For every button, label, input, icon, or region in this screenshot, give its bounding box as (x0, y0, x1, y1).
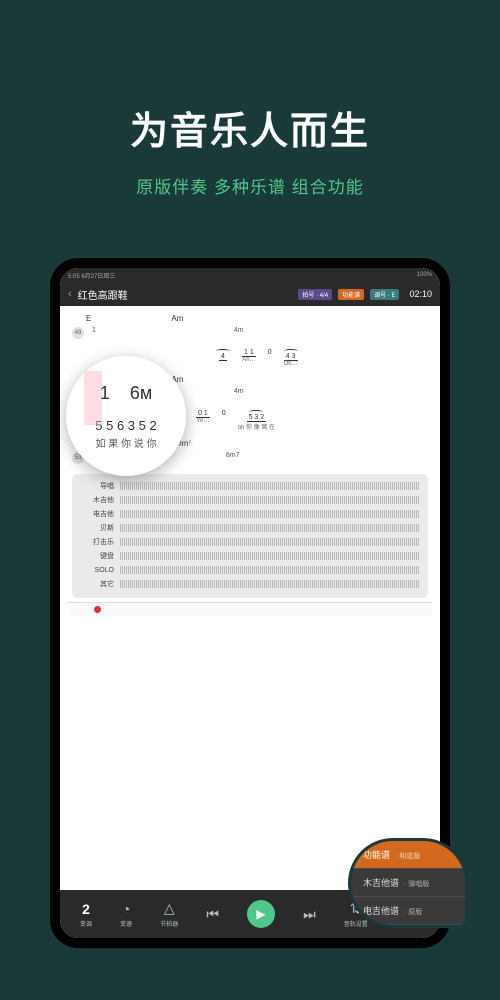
track-label[interactable]: 键盘 (80, 551, 114, 561)
track-label[interactable]: 导唱 (80, 481, 114, 491)
track-label[interactable]: 电吉他 (80, 509, 114, 519)
playhead-highlight (84, 371, 102, 425)
duration-label: 02:10 (409, 289, 432, 299)
key-badge[interactable]: 调号 · E (370, 289, 399, 300)
lyric: Oh… (284, 361, 298, 367)
notation: 4 3 (284, 353, 298, 361)
mag-note: 6ᴍ (130, 383, 152, 404)
notation: 0 1 (196, 410, 210, 418)
notation: 5 3 2 (247, 414, 267, 422)
notation: 6m7 (226, 452, 240, 464)
track-waveform[interactable] (120, 580, 420, 588)
track-waveform[interactable] (120, 566, 420, 574)
speed-control[interactable]: ◔ 变速 (120, 901, 132, 928)
track-label[interactable]: 打击乐 (80, 537, 114, 547)
popup-item-chord[interactable]: 功能谱 · 和弦版 (351, 841, 465, 869)
time-signature-badge[interactable]: 拍号 · 4/4 (298, 289, 332, 300)
track-waveform[interactable] (120, 538, 420, 546)
tracks-panel: 导唱 木吉他 电吉他 贝斯 打击乐 键盘 SOLO 其它 (72, 474, 428, 598)
popup-item-suffix: · 和弦版 (393, 853, 420, 860)
skip-forward-icon: ⏭ (303, 906, 316, 923)
track-label[interactable]: 贝斯 (80, 523, 114, 533)
gauge-icon: ◔ (122, 901, 130, 917)
tablet-frame: 5:05 6月27日周三 100% ‹ 红色高跟鞋 拍号 · 4/4 功能谱 调… (50, 258, 450, 948)
track-label[interactable]: 木吉他 (80, 495, 114, 505)
track-waveform[interactable] (120, 524, 420, 532)
bar-number: 49 (72, 327, 84, 339)
popup-item-label: 电吉他谱 (363, 906, 399, 916)
track-waveform[interactable] (120, 510, 420, 518)
popup-item-acoustic[interactable]: 木吉他谱 · 弹唱版 (351, 869, 465, 897)
sheet-select-popup: 功能谱 · 和弦版 木吉他谱 · 弹唱版 电吉他谱 · 原版 (348, 838, 468, 928)
notation: 0 (268, 349, 272, 367)
measure-mark: 1 (92, 327, 96, 339)
notation: 4 (219, 353, 227, 361)
magnifier-lens: 1 6ᴍ 5 5 6 3 5 2 如 果 你 说 你 (66, 356, 186, 476)
mag-notes: 5 5 6 3 5 2 (95, 418, 156, 433)
popup-item-suffix: · 弹唱版 (402, 881, 429, 888)
popup-item-label: 木吉他谱 (363, 878, 399, 888)
measure-mark: 4m (234, 388, 244, 400)
lyric: Ah… (242, 357, 255, 363)
timeline-ruler[interactable] (68, 602, 432, 616)
metronome-control[interactable]: △ 节拍器 (160, 900, 178, 928)
beat-label: 节拍器 (160, 919, 178, 928)
speed-label: 变速 (120, 919, 132, 928)
playhead-dot[interactable] (94, 606, 101, 613)
notation: 1 1 (242, 349, 256, 357)
transpose-control[interactable]: 2 变调 (80, 901, 92, 928)
app-screen: 5:05 6月27日周三 100% ‹ 红色高跟鞋 拍号 · 4/4 功能谱 调… (60, 268, 440, 938)
lyric: Ye… (197, 418, 210, 424)
chord-label: Am (171, 314, 183, 323)
song-title: 红色高跟鞋 (78, 287, 293, 302)
hero-title: 为音乐人而生 (20, 100, 480, 155)
back-chevron-icon[interactable]: ‹ (68, 288, 72, 300)
track-label[interactable]: SOLO (80, 567, 114, 574)
skip-back-icon: ⏮ (206, 906, 219, 923)
measure-mark: 4m (234, 327, 244, 339)
top-bar: ‹ 红色高跟鞋 拍号 · 4/4 功能谱 调号 · E 02:10 (60, 282, 440, 306)
status-bar: 5:05 6月27日周三 100% (60, 268, 440, 282)
play-button[interactable]: ▶ (247, 900, 275, 928)
status-right: 100% (417, 272, 432, 278)
popup-item-suffix: · 原版 (402, 909, 422, 916)
prev-button[interactable]: ⏮ (206, 906, 219, 923)
popup-item-label: 功能谱 (363, 850, 390, 860)
track-label[interactable]: 其它 (80, 579, 114, 589)
status-left: 5:05 6月27日周三 (68, 271, 115, 280)
track-waveform[interactable] (120, 552, 420, 560)
chord-label: E (86, 314, 91, 323)
popup-item-electric[interactable]: 电吉他谱 · 原版 (351, 897, 465, 925)
sheet-music-area[interactable]: E Am 49 1 4m 1 6ᴍ 5 5 6 3 5 2 如 果 你 说 你 (60, 306, 440, 890)
sheet-type-badge[interactable]: 功能谱 (338, 289, 364, 300)
notation: 0 (222, 410, 226, 431)
mag-lyrics: 如 果 你 说 你 (95, 435, 156, 450)
lyric: oh 你 像 窝 在 (238, 422, 275, 431)
transpose-value: 2 (82, 901, 90, 917)
track-waveform[interactable] (120, 482, 420, 490)
hero-subtitle: 原版伴奏 多种乐谱 组合功能 (20, 173, 480, 198)
next-button[interactable]: ⏭ (303, 906, 316, 923)
play-icon: ▶ (256, 907, 265, 921)
track-waveform[interactable] (120, 496, 420, 504)
transpose-label: 变调 (80, 919, 92, 928)
metronome-icon: △ (164, 900, 175, 917)
tracks-settings-label: 音轨设置 (344, 919, 368, 928)
